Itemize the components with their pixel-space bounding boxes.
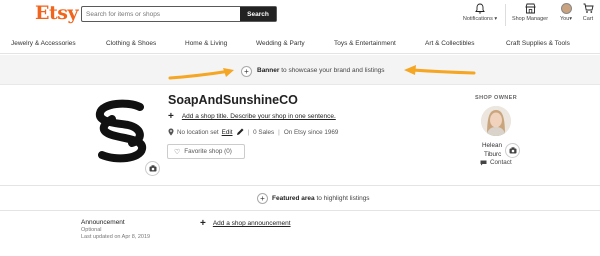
chevron-down-icon: ▾ bbox=[569, 16, 573, 22]
add-banner-icon[interactable]: + bbox=[241, 66, 252, 77]
shop-owner-heading: SHOP OWNER bbox=[475, 95, 518, 101]
featured-label: Featured area to highlight listings bbox=[272, 195, 370, 202]
owner-name: Helean Tiburc bbox=[482, 141, 502, 159]
shop-manager-button[interactable]: Shop Manager bbox=[506, 3, 554, 22]
on-etsy-since: On Etsy since 1969 bbox=[283, 128, 339, 136]
category-link[interactable]: Home & Living bbox=[185, 40, 227, 47]
contact-label: Contact bbox=[490, 159, 512, 166]
banner-area[interactable]: + Banner to showcase your brand and list… bbox=[0, 55, 600, 85]
user-avatar bbox=[560, 3, 572, 14]
chevron-down-icon: ▾ bbox=[492, 16, 498, 22]
message-icon bbox=[480, 160, 487, 165]
add-featured-icon[interactable]: + bbox=[257, 193, 268, 204]
category-link[interactable]: Art & Collectibles bbox=[425, 40, 475, 47]
favorite-shop-label: Favorite shop (0) bbox=[184, 148, 232, 155]
camera-icon bbox=[149, 165, 156, 172]
banner-label-text: to showcase your brand and listings bbox=[279, 67, 385, 74]
shop-manager-label: Shop Manager bbox=[511, 16, 549, 22]
announcement-heading: Announcement bbox=[81, 219, 125, 226]
add-announcement-link[interactable]: + Add a shop announcement bbox=[200, 218, 291, 229]
category-link[interactable]: Jewelry & Accessories bbox=[11, 40, 76, 47]
top-header: Etsy Search Notifications ▾ Shop Manager… bbox=[0, 0, 600, 34]
you-label: You bbox=[559, 16, 570, 22]
bell-icon bbox=[475, 3, 485, 14]
pencil-icon[interactable] bbox=[236, 128, 244, 136]
owner-last-name: Tiburc bbox=[484, 151, 502, 158]
edit-logo-button[interactable] bbox=[145, 161, 160, 176]
add-shop-title-text: Add a shop title. Describe your shop in … bbox=[181, 113, 336, 120]
shop-logo-image bbox=[96, 99, 146, 163]
meta-separator: | bbox=[278, 128, 280, 136]
store-icon bbox=[524, 3, 536, 14]
edit-location-link[interactable]: Edit bbox=[222, 129, 233, 136]
category-link[interactable]: Clothing & Shoes bbox=[106, 40, 156, 47]
notifications-button[interactable]: Notifications ▾ bbox=[457, 3, 503, 22]
add-shop-title-link[interactable]: + Add a shop title. Describe your shop i… bbox=[168, 111, 336, 122]
favorite-shop-button[interactable]: ♡ Favorite shop (0) bbox=[167, 144, 245, 159]
camera-icon bbox=[509, 147, 516, 154]
shop-meta: No location set Edit | 0 Sales | On Etsy… bbox=[168, 128, 338, 136]
you-menu-button[interactable]: You▾ bbox=[557, 3, 575, 22]
owner-first-name: Helean bbox=[482, 142, 502, 149]
category-nav: Jewelry & Accessories Clothing & Shoes H… bbox=[0, 34, 600, 54]
owner-photo-image bbox=[481, 106, 511, 136]
cart-button[interactable]: Cart bbox=[578, 3, 598, 22]
search-button[interactable]: Search bbox=[240, 7, 276, 21]
plus-icon: + bbox=[200, 218, 206, 229]
banner-label: Banner to showcase your brand and listin… bbox=[257, 67, 385, 74]
cart-icon bbox=[583, 3, 594, 13]
search-bar: Search bbox=[81, 6, 277, 22]
right-arrow-annotation bbox=[404, 65, 476, 75]
featured-area[interactable]: + Featured area to highlight listings bbox=[0, 185, 600, 211]
location-text: No location set bbox=[177, 128, 219, 136]
category-link[interactable]: Craft Supplies & Tools bbox=[506, 40, 570, 47]
left-arrow-annotation bbox=[168, 68, 234, 80]
sales-count: 0 Sales bbox=[253, 128, 275, 136]
add-announcement-text: Add a shop announcement bbox=[212, 220, 291, 227]
edit-owner-photo-button[interactable] bbox=[505, 143, 520, 158]
category-link[interactable]: Toys & Entertainment bbox=[334, 40, 396, 47]
plus-icon: + bbox=[168, 111, 174, 122]
banner-label-bold: Banner bbox=[257, 67, 280, 74]
owner-avatar[interactable] bbox=[481, 106, 511, 136]
heart-icon: ♡ bbox=[174, 148, 181, 156]
cart-label: Cart bbox=[582, 16, 594, 22]
notifications-label: Notifications bbox=[462, 16, 493, 22]
etsy-logo[interactable]: Etsy bbox=[35, 2, 79, 24]
search-input[interactable] bbox=[82, 7, 240, 21]
category-link[interactable]: Wedding & Party bbox=[256, 40, 305, 47]
location-pin-icon bbox=[168, 128, 174, 136]
featured-label-text: to highlight listings bbox=[314, 195, 370, 202]
shop-name: SoapAndSunshineCO bbox=[168, 93, 298, 107]
announcement-updated: Last updated on Apr 8, 2019 bbox=[81, 234, 151, 240]
contact-owner-link[interactable]: Contact bbox=[480, 159, 512, 166]
meta-separator: | bbox=[247, 128, 250, 136]
announcement-optional: Optional bbox=[81, 227, 102, 233]
featured-label-bold: Featured area bbox=[272, 195, 315, 202]
